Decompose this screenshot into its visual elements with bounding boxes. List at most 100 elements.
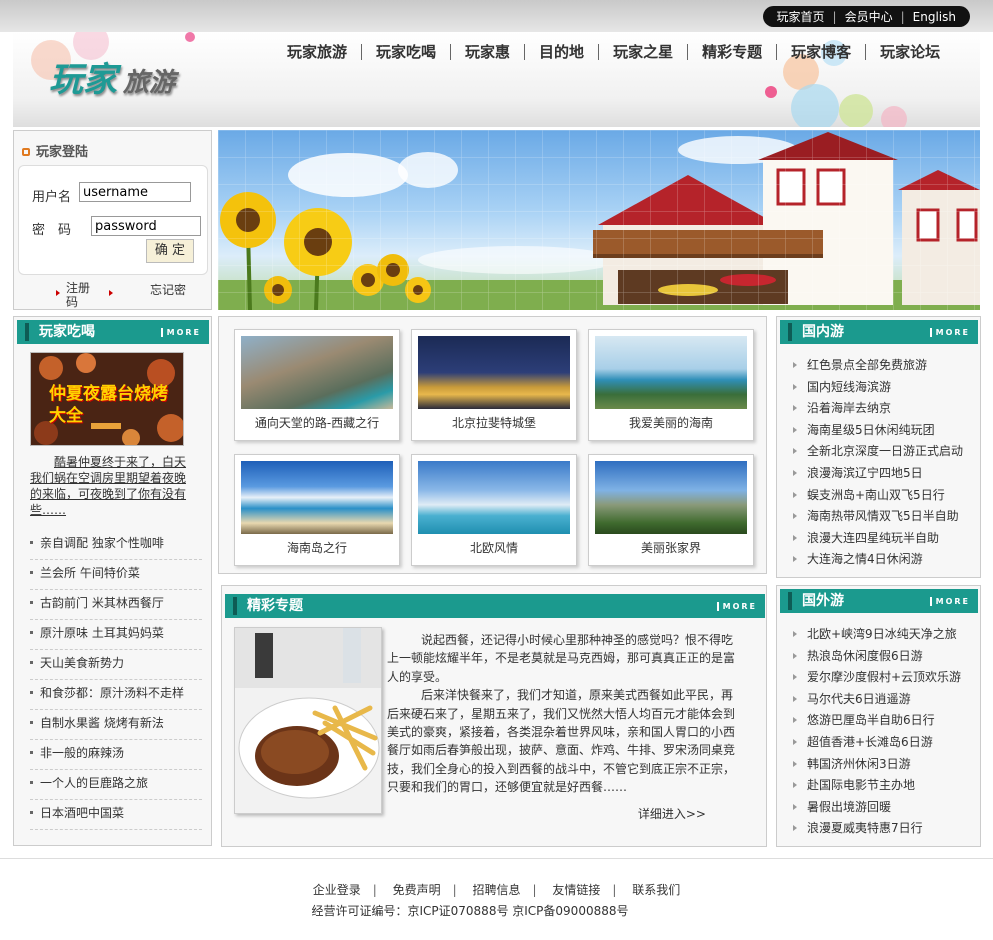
decor-circle <box>881 106 907 127</box>
hero-banner <box>218 130 980 310</box>
list-item[interactable]: 爱尔摩沙度假村+云顶欢乐游 <box>793 667 978 689</box>
photo-card[interactable]: 美丽张家界 <box>588 454 754 566</box>
list-item[interactable]: 马尔代夫6日逍遥游 <box>793 689 978 711</box>
photo-card[interactable]: 北欧风情 <box>411 454 577 566</box>
photo-card[interactable]: 我爱美丽的海南 <box>588 329 754 441</box>
banner-illustration <box>218 130 980 310</box>
special-more-link[interactable]: MORE <box>716 602 757 611</box>
nav-item[interactable]: 玩家博客 <box>777 44 867 60</box>
footer-link[interactable]: 招聘信息 <box>472 881 520 898</box>
list-item[interactable]: 大连海之情4日休闲游 <box>793 549 978 571</box>
nav-item[interactable]: 精彩专题 <box>688 44 778 60</box>
list-item[interactable]: 亲自调配 独家个性咖啡 <box>30 530 202 560</box>
eat-intro[interactable]: 酷暑仲夏终于来了，白天我们蜗在空调房里期望着夜晚的来临，可夜晚到了你有没有些…… <box>30 454 195 518</box>
photo-gallery: 通向天堂的路-西藏之行 北京拉斐特城堡 我爱美丽的海南 海南岛之行 北欧风情 美… <box>218 316 767 574</box>
special-paragraph: 后来洋快餐来了，我们才知道，原来美式西餐如此平民，再后来硬石来了，星期五来了，我… <box>387 688 736 795</box>
steak-image[interactable] <box>234 627 382 814</box>
photo-card[interactable]: 北京拉斐特城堡 <box>411 329 577 441</box>
username-input[interactable] <box>79 182 191 202</box>
list-item[interactable]: 赴国际电影节主办地 <box>793 775 978 797</box>
footer-link[interactable]: 联系我们 <box>632 881 680 898</box>
list-item[interactable]: 蜈支洲岛+南山双飞5日行 <box>793 485 978 507</box>
list-item[interactable]: 浪漫海滨辽宁四地5日 <box>793 463 978 485</box>
top-bar: 玩家首页 | 会员中心 | English <box>0 0 993 32</box>
toplink-english[interactable]: English <box>913 10 956 24</box>
forgot-password-link[interactable]: 忘记密 <box>150 281 186 298</box>
footer-link[interactable]: 企业登录 <box>313 881 361 898</box>
footer: 企业登录 | 免费声明 | 招聘信息 | 友情链接 | 联系我们 经营许可证编号：京IC… <box>0 858 993 940</box>
register-link[interactable]: 注册码 <box>66 281 92 309</box>
footer-link[interactable]: 免费声明 <box>393 881 441 898</box>
list-item[interactable]: 古韵前门 米其林西餐厅 <box>30 590 202 620</box>
abroad-list: 北欧+峡湾9日冰纯天净之旅 热浪岛休闲度假6日游 爱尔摩沙度假村+云顶欢乐游 马… <box>793 624 978 840</box>
list-item[interactable]: 北欧+峡湾9日冰纯天净之旅 <box>793 624 978 646</box>
photo-thumbnail <box>595 461 747 534</box>
special-title: 精彩专题 <box>233 597 303 615</box>
list-item[interactable]: 海南星级5日休闲纯玩团 <box>793 420 978 442</box>
photo-thumbnail <box>241 336 393 409</box>
list-item[interactable]: 海南热带风情双飞5日半自助 <box>793 506 978 528</box>
list-item[interactable]: 兰会所 午间特价菜 <box>30 560 202 590</box>
list-item[interactable]: 非一般的麻辣汤 <box>30 740 202 770</box>
photo-caption: 通向天堂的路-西藏之行 <box>254 416 380 430</box>
list-item[interactable]: 暑假出境游回暖 <box>793 797 978 819</box>
list-item[interactable]: 超值香港+长滩岛6日游 <box>793 732 978 754</box>
list-item[interactable]: 浪漫大连四星纯玩半自助 <box>793 528 978 550</box>
list-item[interactable]: 浪漫夏威夷特惠7日行 <box>793 818 978 840</box>
top-links: 玩家首页 | 会员中心 | English <box>762 6 970 27</box>
special-detail-link[interactable]: 详细进入>> <box>638 805 706 822</box>
list-item[interactable]: 热浪岛休闲度假6日游 <box>793 646 978 668</box>
site-logo[interactable]: 玩家 旅游 <box>49 52 175 101</box>
eat-header: 玩家吃喝 MORE <box>17 320 209 344</box>
bbq-promo-image[interactable]: 仲夏夜露台烧烤大全 <box>30 352 184 446</box>
footer-link[interactable]: 友情链接 <box>552 881 600 898</box>
photo-thumbnail <box>241 461 393 534</box>
list-item[interactable]: 原汁原味 土耳其妈妈菜 <box>30 620 202 650</box>
list-item[interactable]: 沿着海岸去纳京 <box>793 398 978 420</box>
photo-thumbnail <box>418 336 570 409</box>
login-submit-button[interactable]: 确 定 <box>146 239 194 263</box>
list-item[interactable]: 一个人的巨鹿路之旅 <box>30 770 202 800</box>
photo-card[interactable]: 通向天堂的路-西藏之行 <box>234 329 400 441</box>
list-item[interactable]: 红色景点全部免费旅游 <box>793 355 978 377</box>
eat-more-link[interactable]: MORE <box>160 328 201 337</box>
decor-circle <box>839 94 873 127</box>
special-header: 精彩专题 MORE <box>225 594 765 618</box>
bbq-promo-text: 仲夏夜露台烧烤大全 <box>49 384 168 426</box>
logo-sub-text: 旅游 <box>123 68 176 98</box>
special-article: 说起西餐，还记得小时候心里那种神圣的感觉吗？恨不得吃上一顿能炫耀半年，不是老莫就… <box>387 631 735 797</box>
arrow-icon <box>109 290 113 296</box>
abroad-header: 国外游 MORE <box>780 589 978 613</box>
list-item[interactable]: 天山美食新势力 <box>30 650 202 680</box>
toplink-member[interactable]: 会员中心 <box>845 8 893 25</box>
login-icon <box>22 148 30 156</box>
photo-caption: 北京拉斐特城堡 <box>451 416 536 430</box>
list-item[interactable]: 悠游巴厘岛半自助6日行 <box>793 710 978 732</box>
photo-thumbnail <box>595 336 747 409</box>
decor-circle <box>765 86 777 98</box>
list-item[interactable]: 韩国济州休闲3日游 <box>793 754 978 776</box>
domestic-more-link[interactable]: MORE <box>929 328 970 337</box>
abroad-more-link[interactable]: MORE <box>929 597 970 606</box>
photo-card[interactable]: 海南岛之行 <box>234 454 400 566</box>
steak-illustration <box>235 628 381 813</box>
login-panel: 玩家登陆 用户名 密 码 确 定 注册码 忘记密 <box>13 130 212 310</box>
list-item[interactable]: 国内短线海滨游 <box>793 377 978 399</box>
password-input[interactable] <box>91 216 201 236</box>
list-item[interactable]: 全新北京深度一日游正式启动 <box>793 441 978 463</box>
toplink-home[interactable]: 玩家首页 <box>777 8 825 25</box>
nav-item[interactable]: 玩家惠 <box>451 44 526 60</box>
domestic-title: 国内游 <box>788 323 844 341</box>
list-item[interactable]: 自制水果酱 烧烤有新法 <box>30 710 202 740</box>
username-label: 用户名 <box>32 190 72 205</box>
nav-item[interactable]: 玩家论坛 <box>866 44 954 60</box>
domestic-header: 国内游 MORE <box>780 320 978 344</box>
arrow-icon <box>56 290 60 296</box>
nav-item[interactable]: 玩家之星 <box>599 44 689 60</box>
list-item[interactable]: 日本酒吧中国菜 <box>30 800 202 830</box>
nav-item[interactable]: 玩家旅游 <box>273 44 363 60</box>
nav-item[interactable]: 目的地 <box>525 44 600 60</box>
list-item[interactable]: 和食莎都：原汁汤料不走样 <box>30 680 202 710</box>
nav-item[interactable]: 玩家吃喝 <box>362 44 452 60</box>
login-title: 玩家登陆 <box>22 141 88 160</box>
